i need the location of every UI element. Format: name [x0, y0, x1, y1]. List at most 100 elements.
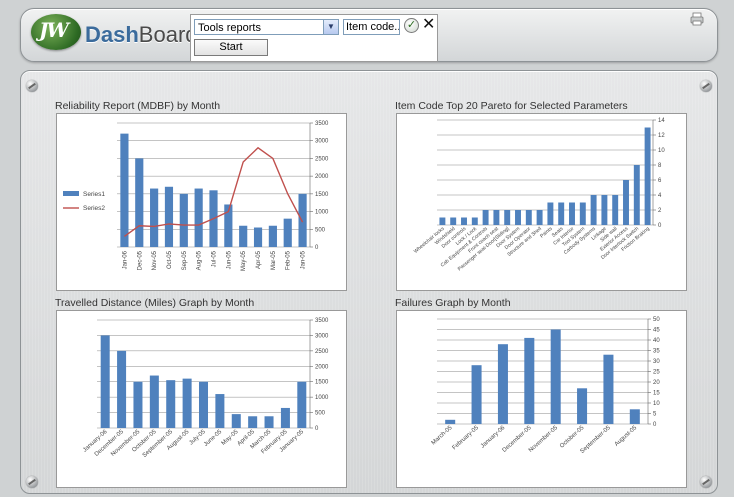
close-icon[interactable]: ✕ — [422, 16, 435, 34]
bar — [298, 193, 307, 247]
bar — [182, 378, 192, 428]
y-tick-label: 0 — [653, 422, 657, 428]
x-tick-label: February-05 — [452, 425, 481, 452]
y-tick-label: 10 — [658, 148, 665, 154]
bar — [536, 210, 543, 225]
y-tick-label: 25 — [653, 370, 660, 376]
bar — [525, 210, 532, 225]
bar — [493, 210, 500, 225]
x-tick-label: Aug-05 — [197, 250, 203, 270]
app-title-board: Board — [138, 22, 198, 47]
y-tick-label: 1500 — [315, 192, 329, 198]
y-tick-label: 4 — [658, 193, 662, 199]
y-tick-label: 1000 — [315, 210, 329, 216]
report-select-value: Tools reports — [198, 22, 261, 34]
item-code-input[interactable]: Item code... — [343, 19, 400, 35]
bar — [577, 388, 588, 424]
y-tick-label: 3500 — [315, 318, 329, 324]
screw-icon — [700, 476, 712, 488]
x-tick-label: June-05 — [203, 429, 224, 448]
bar — [179, 193, 188, 247]
bar — [100, 335, 110, 428]
bar — [150, 188, 159, 247]
bar — [547, 202, 554, 225]
chevron-down-icon[interactable]: ▼ — [323, 20, 338, 34]
failures-chart: 0 5 10 15 20 25 30 35 40 45 50 March-05 February-05 J… — [396, 310, 687, 488]
bar — [215, 394, 225, 428]
y-tick-label: 3000 — [315, 333, 329, 339]
y-tick-label: 6 — [658, 178, 662, 184]
bar — [264, 416, 274, 428]
app-title-dash: Dash — [85, 22, 139, 47]
pareto-chart-svg: 02468101214Wheelchair locksWindshieldDoo… — [413, 118, 665, 272]
reliability-chart-title: Reliability Report (MDBF) by Month — [55, 100, 221, 112]
y-tick-label: 2000 — [315, 364, 329, 370]
bar — [590, 195, 597, 225]
app-logo: JW DashBoard — [31, 14, 198, 54]
check-circle-icon[interactable]: ✓ — [404, 18, 419, 33]
bar — [166, 380, 176, 428]
y-tick-label: 2500 — [315, 156, 329, 162]
bar — [603, 354, 614, 424]
bar — [198, 381, 209, 428]
y-tick-label: 2000 — [315, 174, 329, 180]
failures-chart-title: Failures Graph by Month — [395, 297, 511, 309]
distance-chart-svg: 0500100015002000250030003500January-06De… — [82, 318, 329, 459]
screw-icon — [700, 80, 712, 92]
y-tick-label: 35 — [653, 349, 660, 355]
bar — [439, 217, 446, 225]
x-tick-label: Mar-05 — [271, 250, 277, 270]
bar — [558, 202, 565, 225]
bar — [445, 419, 456, 424]
y-tick-label: 0 — [315, 426, 319, 432]
bar — [497, 344, 508, 424]
y-tick-label: 500 — [315, 227, 326, 233]
x-tick-label: Apr-05 — [256, 250, 262, 269]
bar — [644, 127, 651, 225]
legend-swatch — [63, 191, 79, 196]
bar — [601, 195, 608, 225]
pareto-chart-title: Item Code Top 20 Pareto for Selected Par… — [395, 100, 628, 112]
failures-chart-svg: 0 5 10 15 20 25 30 35 40 45 50 March-05February-05 J… — [431, 317, 661, 455]
logo-emblem: JW — [31, 14, 81, 50]
y-tick-label: 15 — [653, 391, 660, 397]
bar — [117, 350, 127, 428]
y-tick-label: 500 — [315, 411, 326, 417]
bar — [297, 381, 307, 428]
y-tick-label: 45 — [653, 328, 660, 334]
bar — [471, 365, 482, 424]
reliability-chart-svg: 0 500 1000 1500 2000 2500 3000 3500 Jan-06 Dec-05… — [63, 121, 329, 271]
x-tick-label: Dec-05 — [137, 250, 143, 270]
y-tick-label: 20 — [653, 380, 660, 386]
x-tick-label: Jan-06 — [122, 250, 128, 269]
bar — [133, 381, 143, 428]
bar — [283, 218, 292, 247]
y-tick-label: 0 — [315, 245, 319, 251]
screw-icon — [26, 80, 38, 92]
y-tick-label: 14 — [658, 118, 665, 124]
bar — [120, 133, 129, 247]
x-tick-label: Feb-05 — [286, 250, 292, 270]
y-tick-label: 0 — [658, 223, 662, 229]
report-controls: Tools reports ▼ Item code... ✓ ✕ Start — [190, 14, 438, 62]
bar — [482, 210, 489, 225]
start-button[interactable]: Start — [194, 39, 268, 56]
bar — [471, 217, 478, 225]
y-tick-label: 3500 — [315, 121, 329, 127]
x-tick-label: August-05 — [614, 425, 639, 448]
y-tick-label: 30 — [653, 359, 660, 365]
report-select[interactable]: Tools reports ▼ — [194, 19, 339, 35]
y-tick-label: 2 — [658, 208, 662, 214]
bar — [268, 225, 277, 247]
y-tick-label: 12 — [658, 133, 665, 139]
y-tick-label: 1000 — [315, 395, 329, 401]
printer-icon[interactable] — [690, 12, 704, 26]
bar — [239, 225, 248, 247]
bar — [253, 227, 263, 247]
bar — [504, 210, 511, 225]
x-tick-label: Jul-05 — [212, 250, 218, 267]
bar — [280, 407, 290, 428]
screw-icon — [26, 476, 38, 488]
bar — [633, 165, 640, 225]
bar — [569, 202, 575, 225]
